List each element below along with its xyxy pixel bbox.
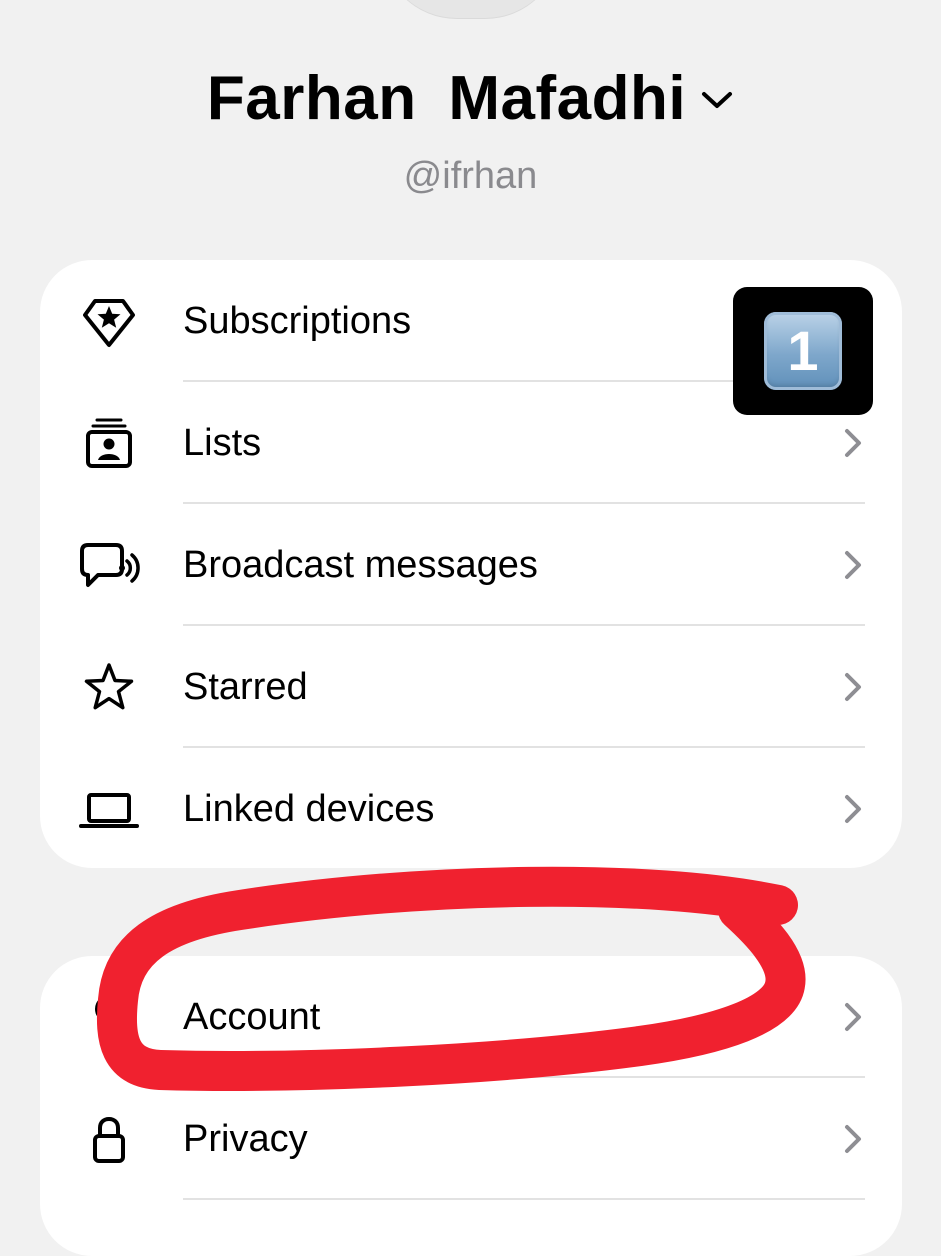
chevron-right-icon	[845, 1003, 861, 1031]
menu-item-privacy[interactable]: Privacy	[40, 1078, 902, 1200]
menu-item-label: Subscriptions	[183, 300, 412, 342]
menu-item-label: Lists	[183, 422, 262, 464]
broadcast-icon	[78, 534, 140, 596]
menu-card-settings: Account Privacy	[40, 956, 902, 1256]
avatar[interactable]	[381, 0, 561, 18]
keycap-one-icon: 1	[764, 312, 842, 390]
menu-item-account[interactable]: Account	[40, 956, 902, 1078]
profile-name-switcher[interactable]: Farhan Mafadhi	[0, 58, 941, 136]
chevron-right-icon	[845, 429, 861, 457]
menu-item-label: Starred	[183, 666, 308, 708]
key-icon	[78, 986, 140, 1048]
subscriptions-star-icon	[78, 290, 140, 352]
star-icon	[78, 656, 140, 718]
menu-item-broadcast-messages[interactable]: Broadcast messages	[40, 504, 902, 626]
lists-icon	[78, 412, 140, 474]
number-one-badge: 1	[733, 287, 873, 415]
menu-item-label: Privacy	[183, 1118, 308, 1160]
laptop-icon	[78, 778, 140, 840]
menu-item-label: Linked devices	[183, 788, 435, 830]
profile-handle: @ifrhan	[403, 155, 538, 197]
chevron-right-icon	[845, 1125, 861, 1153]
menu-item-label: Account	[183, 996, 321, 1038]
badge-number: 1	[787, 319, 819, 382]
chevron-right-icon	[845, 673, 861, 701]
profile-name: Farhan Mafadhi	[206, 63, 687, 133]
lock-icon	[78, 1108, 140, 1170]
chevron-down-icon	[700, 62, 734, 136]
chevron-right-icon	[845, 795, 861, 823]
menu-item-starred[interactable]: Starred	[40, 626, 902, 748]
menu-item-label: Broadcast messages	[183, 544, 538, 586]
chevron-right-icon	[845, 551, 861, 579]
menu-item-linked-devices[interactable]: Linked devices	[40, 748, 902, 868]
